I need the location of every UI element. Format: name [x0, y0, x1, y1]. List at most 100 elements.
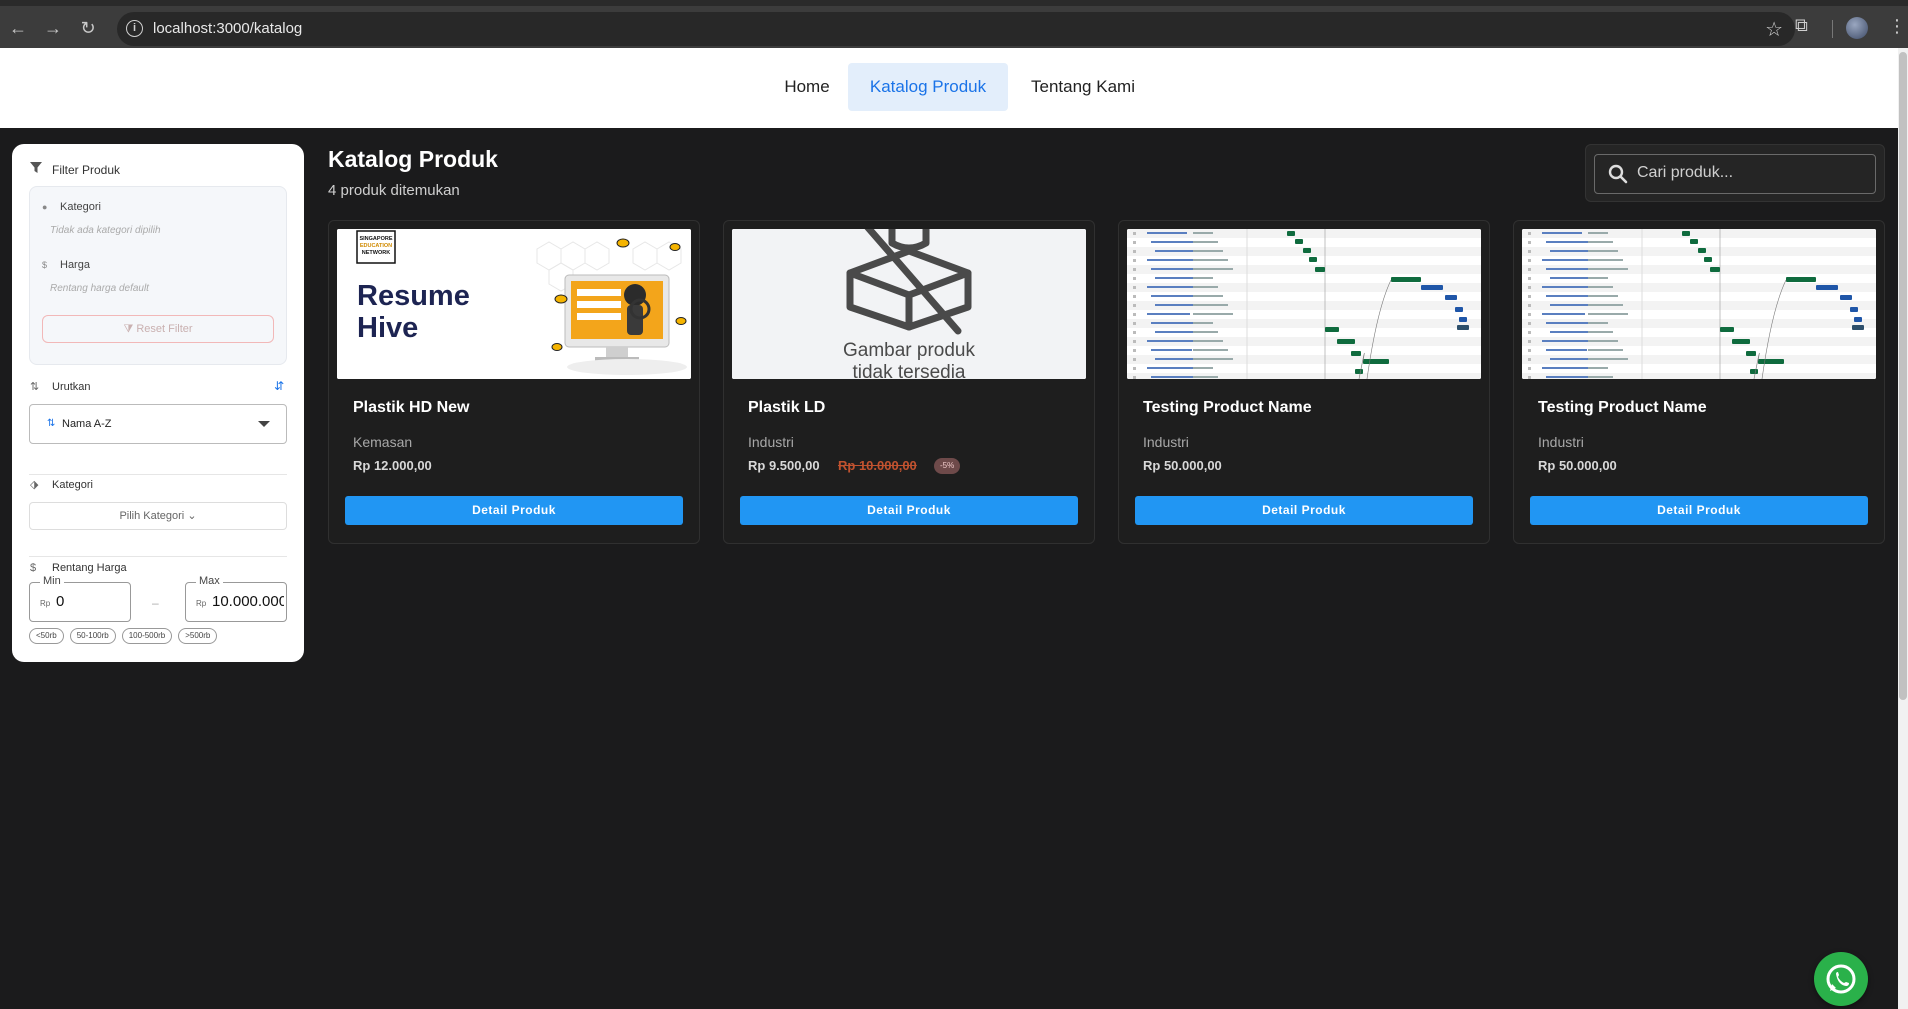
product-card[interactable]: Testing Product Name Industri Rp 50.000,… [1513, 220, 1885, 544]
browser-toolbar: ← → ↻ i localhost:3000/katalog ☆ ⧉ ⋮ [0, 0, 1908, 48]
page-title: Katalog Produk [328, 146, 498, 172]
summary-harga: $ Harga [42, 259, 90, 271]
harga-section-title: $ Rentang Harga [30, 562, 127, 574]
sort-select[interactable]: ⇅ Nama A-Z [29, 404, 287, 444]
active-filter-summary: ● Kategori Tidak ada kategori dipilih $ Ha… [29, 186, 287, 365]
product-image[interactable] [1522, 229, 1876, 379]
top-navigation: Home Katalog Produk Tentang Kami [0, 48, 1898, 128]
chevron-down-icon: ⌄ [187, 510, 197, 522]
menu-dots-icon[interactable]: ⋮ [1888, 16, 1906, 37]
product-price: Rp 12.000,00 [353, 458, 432, 473]
max-price-field[interactable]: Max Rp 10.000.000 [185, 575, 287, 622]
tab-katalog-produk[interactable]: Katalog Produk [848, 63, 1008, 111]
sort-small-icon: ⇅ [47, 418, 56, 429]
summary-kategori: ● Kategori [42, 201, 101, 213]
search-container [1585, 144, 1885, 202]
product-category: Industri [1143, 434, 1189, 450]
extensions-icon[interactable]: ⧉ [1795, 15, 1817, 37]
whatsapp-icon [1826, 964, 1856, 994]
sort-value: Nama A-Z [62, 418, 112, 430]
logo-line: NETWORK [362, 250, 390, 256]
product-price: Rp 50.000,00 [1143, 458, 1222, 473]
product-image[interactable]: Gambar produk tidak tersedia [732, 229, 1086, 379]
price-chip[interactable]: 100-500rb [121, 628, 173, 644]
logo-line: EDUCATION [360, 243, 392, 249]
url-text[interactable]: localhost:3000/katalog [153, 20, 302, 37]
divider [29, 556, 287, 557]
range-dash: – [152, 596, 159, 610]
detail-produk-button[interactable]: Detail Produk [740, 496, 1078, 525]
sort-section-title: ⇅ Urutkan [30, 381, 91, 393]
price-chip[interactable]: <50rb [29, 628, 64, 644]
search-box[interactable] [1594, 154, 1876, 194]
search-input[interactable] [1637, 164, 1857, 182]
discount-badge: -5% [934, 458, 961, 474]
detail-produk-button[interactable]: Detail Produk [1135, 496, 1473, 525]
product-image[interactable] [1127, 229, 1481, 379]
funnel-icon [30, 162, 44, 177]
pilih-kategori-button[interactable]: Pilih Kategori ⌄ [29, 502, 287, 530]
detail-produk-button[interactable]: Detail Produk [345, 496, 683, 525]
scrollbar-thumb[interactable] [1899, 52, 1907, 700]
address-bar[interactable]: i localhost:3000/katalog ☆ [117, 12, 1795, 46]
toolbar-divider [1832, 20, 1833, 38]
original-price: Rp 10.000,00 [838, 458, 917, 473]
reload-icon[interactable]: ↻ [76, 16, 100, 40]
reset-filter-button[interactable]: ⧩ Reset Filter [42, 315, 274, 343]
product-name: Testing Product Name [1143, 399, 1312, 416]
product-name: Plastik LD [748, 399, 826, 416]
price-preset-chips: <50rb 50-100rb 100-500rb >500rb [29, 628, 218, 644]
summary-harga-value: Rentang harga default [50, 283, 149, 294]
filter-sidebar: Filter Produk ● Kategori Tidak ada katego… [12, 144, 304, 662]
gantt-chart-image [1522, 229, 1876, 379]
product-count: 4 produk ditemukan [328, 182, 460, 199]
product-card[interactable]: SINGAPORE EDUCATION NETWORK Resume Hive … [328, 220, 700, 544]
tags-icon: ⬗ [30, 479, 39, 491]
kategori-section-title: ⬗ Kategori [30, 479, 93, 491]
star-icon[interactable]: ☆ [1765, 17, 1783, 42]
resume-hive-image: SINGAPORE EDUCATION NETWORK Resume Hive [337, 229, 691, 379]
whatsapp-button[interactable] [1814, 952, 1868, 1006]
price-chip[interactable]: 50-100rb [69, 628, 116, 644]
detail-produk-button[interactable]: Detail Produk [1530, 496, 1868, 525]
unavailable-caption: Gambar produk [843, 340, 976, 361]
product-category: Industri [748, 434, 794, 450]
summary-kategori-value: Tidak ada kategori dipilih [50, 225, 161, 236]
min-price-input[interactable]: 0 [56, 593, 128, 610]
back-icon[interactable]: ← [6, 16, 30, 40]
headline-line: Resume [357, 280, 470, 312]
product-card[interactable]: Gambar produk tidak tersedia Plastik LD … [723, 220, 1095, 544]
forward-icon[interactable]: → [41, 16, 65, 40]
info-icon[interactable]: i [126, 20, 143, 37]
product-name: Testing Product Name [1538, 399, 1707, 416]
price-chip[interactable]: >500rb [178, 628, 218, 644]
product-image[interactable]: SINGAPORE EDUCATION NETWORK Resume Hive [337, 229, 691, 379]
sort-icon: ⇅ [30, 381, 40, 393]
search-icon [1608, 164, 1628, 184]
tag-icon: ● [42, 202, 48, 212]
sort-direction-icon[interactable]: ⇵ [274, 379, 284, 393]
product-category: Industri [1538, 434, 1584, 450]
dollar-icon: $ [42, 260, 48, 270]
tab-home[interactable]: Home [766, 63, 848, 111]
headline-line: Hive [357, 312, 418, 344]
page-scrollbar[interactable] [1898, 48, 1908, 1009]
product-card[interactable]: Testing Product Name Industri Rp 50.000,… [1118, 220, 1490, 544]
product-price: Rp 50.000,00 [1538, 458, 1617, 473]
profile-avatar[interactable] [1846, 17, 1868, 39]
min-price-field[interactable]: Min Rp 0 [29, 575, 131, 622]
product-price: Rp 9.500,00 [748, 458, 820, 473]
image-unavailable-icon: Gambar produk tidak tersedia [732, 229, 1086, 379]
filter-header: Filter Produk [30, 162, 120, 177]
product-name: Plastik HD New [353, 399, 470, 416]
unavailable-caption: tidak tersedia [852, 362, 965, 379]
tab-tentang-kami[interactable]: Tentang Kami [1012, 63, 1154, 111]
dollar-icon: $ [30, 562, 37, 574]
max-price-input[interactable]: 10.000.000 [212, 593, 284, 610]
gantt-chart-image [1127, 229, 1481, 379]
clear-filter-icon: ⧩ [123, 323, 137, 335]
logo-line: SINGAPORE [359, 236, 392, 242]
product-category: Kemasan [353, 434, 413, 450]
divider [29, 474, 287, 475]
chevron-down-icon [258, 421, 270, 427]
